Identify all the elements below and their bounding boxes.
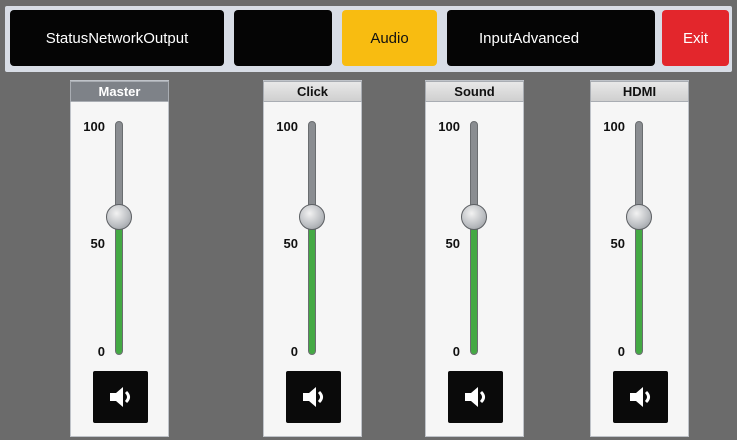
volume-level-fill — [116, 215, 122, 354]
volume-slider-track[interactable] — [115, 121, 123, 355]
channel-title: Click — [263, 81, 362, 102]
mute-button[interactable] — [286, 371, 341, 423]
volume-slider-track[interactable] — [470, 121, 478, 355]
channel-title: Sound — [425, 81, 524, 102]
volume-level-fill — [471, 215, 477, 354]
mute-button[interactable] — [448, 371, 503, 423]
mute-button[interactable] — [93, 371, 148, 423]
channel-panel-master: Master 100 50 0 — [70, 80, 169, 437]
volume-slider-track[interactable] — [308, 121, 316, 355]
volume-level-fill — [309, 215, 315, 354]
scale-label-min: 0 — [97, 344, 105, 359]
tab-audio[interactable]: Audio — [342, 10, 437, 66]
scale-label-mid: 50 — [90, 236, 105, 251]
channel-panel-sound: Sound 100 50 0 — [425, 80, 524, 437]
speaker-icon — [464, 387, 485, 407]
scale-label-max: 100 — [438, 119, 460, 134]
tab-status-network-output[interactable]: StatusNetworkOutput — [10, 10, 224, 66]
tab-bar: StatusNetworkOutput Audio InputAdvanced … — [5, 6, 732, 72]
volume-slider-knob[interactable] — [626, 203, 652, 230]
scale-label-min: 0 — [617, 344, 625, 359]
volume-level-fill — [636, 215, 642, 354]
scale-label-max: 100 — [276, 119, 298, 134]
scale-label-min: 0 — [290, 344, 298, 359]
channel-panel-click: Click 100 50 0 — [263, 80, 362, 437]
scale-label-min: 0 — [452, 344, 460, 359]
volume-slider-knob[interactable] — [299, 203, 325, 230]
mute-button[interactable] — [613, 371, 668, 423]
channel-panel-hdmi: HDMI 100 50 0 — [590, 80, 689, 437]
tab-input-advanced-label: InputAdvanced — [479, 29, 580, 47]
tab-blank[interactable] — [234, 10, 332, 66]
scale-label-mid: 50 — [445, 236, 460, 251]
speaker-icon — [302, 387, 323, 407]
speaker-icon — [629, 387, 650, 407]
tab-audio-label: Audio — [370, 29, 409, 47]
volume-slider-track[interactable] — [635, 121, 643, 355]
exit-button-label: Exit — [682, 29, 708, 47]
channel-title: Master — [70, 81, 169, 102]
tab-status-network-output-label: StatusNetworkOutput — [45, 29, 189, 47]
speaker-icon — [109, 387, 130, 407]
scale-label-max: 100 — [83, 119, 105, 134]
scale-label-max: 100 — [603, 119, 625, 134]
volume-slider-knob[interactable] — [461, 203, 487, 230]
scale-label-mid: 50 — [610, 236, 625, 251]
exit-button[interactable]: Exit — [662, 10, 729, 66]
volume-slider-knob[interactable] — [106, 203, 132, 230]
tab-input-advanced[interactable]: InputAdvanced — [447, 10, 655, 66]
channel-title: HDMI — [590, 81, 689, 102]
scale-label-mid: 50 — [283, 236, 298, 251]
